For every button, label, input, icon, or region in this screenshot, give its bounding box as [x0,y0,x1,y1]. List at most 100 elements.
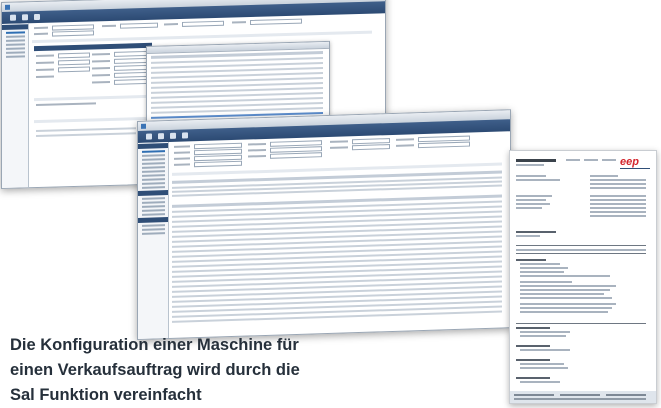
field-label [174,151,190,154]
doc-text [590,199,646,201]
nav-item[interactable] [142,205,165,208]
doc-text [590,183,646,185]
nav-item[interactable] [6,51,25,54]
nav-item[interactable] [142,166,165,169]
toolbar-button[interactable] [182,132,188,139]
nav-item[interactable] [142,158,165,161]
doc-text [516,323,646,324]
nav-item[interactable] [142,186,165,189]
nav-item[interactable] [142,228,165,231]
field-label [92,52,110,56]
nav-item[interactable] [142,232,165,235]
doc-title [516,159,556,162]
doc-text [590,187,646,189]
doc-text [516,199,546,201]
form-field[interactable] [114,78,150,85]
table-row[interactable] [36,127,136,133]
nav-item[interactable] [6,47,25,50]
field-label [330,146,348,149]
document-logo-icon: eep [620,157,650,169]
nav-item[interactable] [142,178,165,181]
form-field[interactable] [270,152,322,159]
nav-item[interactable] [142,213,165,216]
field-label [102,24,116,28]
form-field[interactable] [418,141,470,149]
document-footer [510,391,656,403]
nav-item[interactable] [6,55,25,58]
nav-item[interactable] [142,209,165,212]
doc-text [520,267,568,269]
field-label [174,157,190,160]
nav-item[interactable] [6,31,25,34]
doc-text [520,285,616,287]
field-label [36,54,54,58]
doc-text [520,275,610,277]
doc-text [520,297,612,299]
field-label [396,138,414,141]
form-field[interactable] [120,22,158,29]
doc-text [516,327,550,329]
nav-item[interactable] [142,170,165,173]
nav-item[interactable] [142,162,165,165]
nav-item[interactable] [142,201,165,204]
form-field[interactable] [114,57,150,64]
form-field[interactable] [52,30,94,37]
doc-text [590,195,646,197]
toolbar-button[interactable] [22,14,28,21]
form-field[interactable] [114,50,150,57]
nav-item[interactable] [142,197,165,200]
field-label [174,163,190,166]
doc-text [590,175,618,177]
field-label [36,102,96,107]
form-field[interactable] [250,18,302,26]
doc-text [520,293,604,295]
nav-item[interactable] [142,182,165,185]
doc-text [520,349,570,351]
nav-item[interactable] [142,174,165,177]
form-field[interactable] [58,59,90,66]
nav-item[interactable] [142,150,165,153]
doc-text [590,215,646,217]
doc-text [584,159,598,161]
form-field[interactable] [114,64,150,71]
doc-text [516,175,546,177]
toolbar-button[interactable] [10,14,16,21]
nav-item[interactable] [6,35,25,38]
doc-text [520,263,560,265]
toolbar-button[interactable] [34,13,40,21]
field-label [92,73,110,77]
doc-text [520,381,560,383]
form-field[interactable] [58,52,90,59]
nav-item[interactable] [142,154,165,157]
field-label [396,144,414,147]
toolbar-button[interactable] [158,133,164,140]
doc-text [520,367,568,369]
field-label [34,32,48,36]
form-field[interactable] [58,66,90,73]
group-bar [34,94,152,102]
field-label [248,154,266,158]
nav-item[interactable] [142,224,165,227]
nav-item[interactable] [6,43,25,46]
doc-text [516,245,646,246]
doc-text [590,211,646,213]
logo-text: eep [620,156,639,168]
form-field[interactable] [352,144,390,151]
form-field[interactable] [194,160,242,168]
table-row[interactable] [36,132,136,138]
doc-text [516,164,544,166]
toolbar-button[interactable] [170,132,176,139]
nav-header [2,24,28,30]
nav-item[interactable] [6,39,25,42]
doc-text [520,271,564,273]
doc-text [516,179,560,181]
doc-text [520,289,610,291]
form-field[interactable] [114,71,150,78]
field-label [92,80,110,84]
field-label [232,21,246,24]
form-field[interactable] [182,20,224,27]
navigation-pane [138,141,169,339]
doc-text [516,235,540,237]
section-header [34,42,152,52]
toolbar-button[interactable] [146,133,152,140]
